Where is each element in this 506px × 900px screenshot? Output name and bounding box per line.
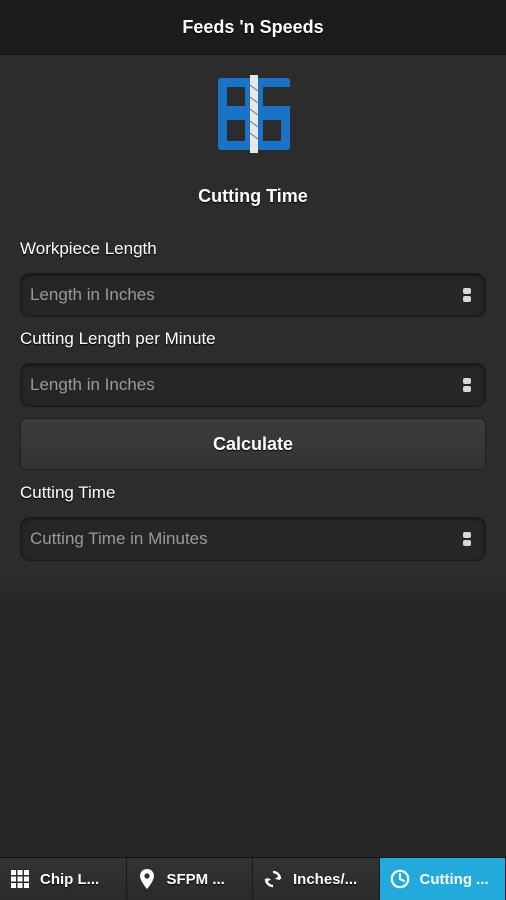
cutting-time-input[interactable]	[21, 518, 450, 560]
workpiece-length-input[interactable]	[21, 274, 450, 316]
map-pin-icon	[137, 869, 157, 889]
workpiece-length-label: Workpiece Length	[20, 239, 157, 258]
cutting-length-input[interactable]	[21, 364, 450, 406]
cutting-length-label: Cutting Length per Minute	[20, 329, 216, 348]
tab-sfpm[interactable]: SFPM ...	[126, 858, 253, 900]
bottom-tab-bar: Chip L... SFPM ... Inches/... Cutting ..…	[0, 857, 506, 900]
page-title: Cutting Time	[198, 186, 308, 206]
tab-label: SFPM ...	[166, 870, 225, 888]
workpiece-length-field	[20, 273, 486, 317]
tab-label: Chip L...	[40, 870, 100, 888]
clock-icon	[390, 869, 410, 889]
app-header: Feeds 'n Speeds	[0, 0, 506, 55]
tab-inches[interactable]: Inches/...	[253, 858, 380, 900]
app-title: Feeds 'n Speeds	[182, 16, 324, 37]
workpiece-length-stepper[interactable]	[463, 288, 471, 302]
cutting-length-stepper[interactable]	[463, 378, 471, 392]
tab-label: Inches/...	[293, 870, 358, 888]
fs-logo-icon	[218, 75, 290, 153]
grid-icon	[10, 869, 30, 889]
refresh-icon	[263, 869, 283, 889]
tab-chip-load[interactable]: Chip L...	[0, 858, 127, 900]
cutting-time-field	[20, 517, 486, 561]
calculate-button[interactable]: Calculate	[20, 418, 486, 470]
cutting-length-field	[20, 363, 486, 407]
tab-cutting-time[interactable]: Cutting ...	[379, 858, 506, 900]
cutting-time-stepper[interactable]	[463, 532, 471, 546]
cutting-time-label: Cutting Time	[20, 483, 116, 502]
tab-label: Cutting ...	[419, 870, 489, 888]
